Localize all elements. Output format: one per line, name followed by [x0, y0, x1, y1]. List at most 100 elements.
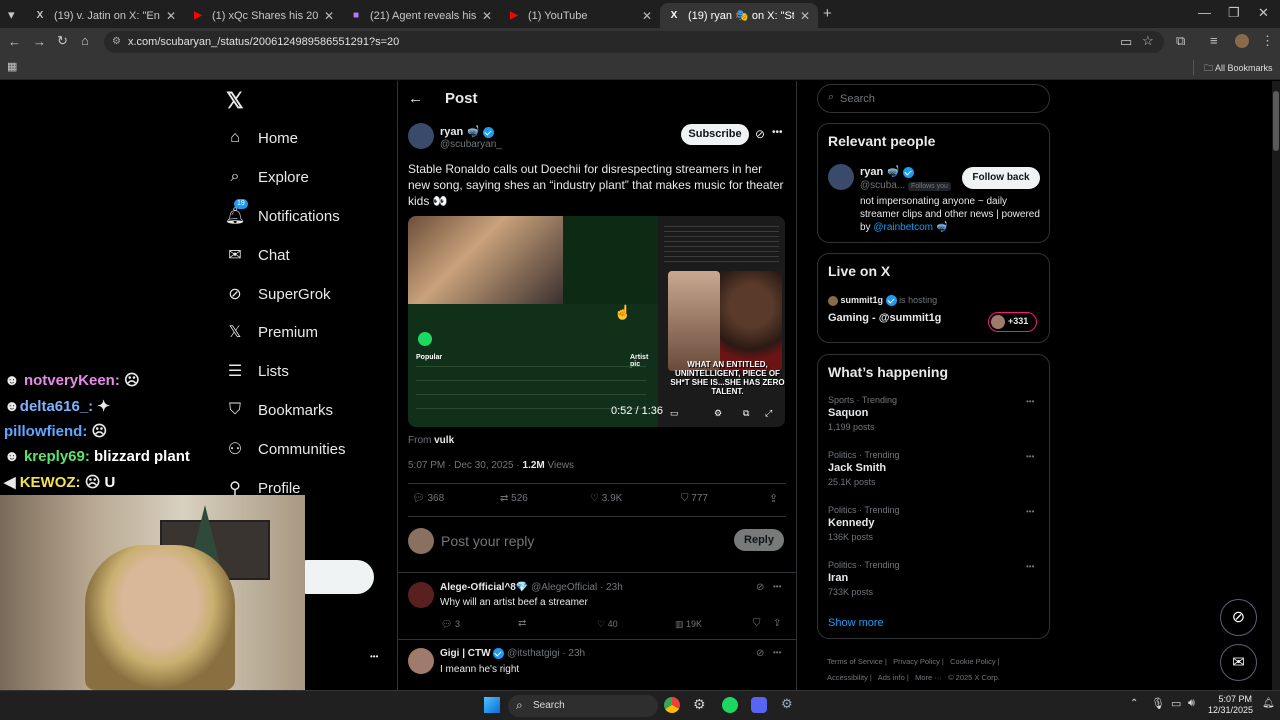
close-icon[interactable]: ✕: [166, 9, 176, 23]
nav-communities[interactable]: ⚇ Communities: [226, 435, 346, 463]
avatar[interactable]: [408, 123, 434, 149]
more-icon[interactable]: •••: [1026, 507, 1034, 516]
settings-icon[interactable]: ⚙: [714, 408, 722, 419]
more-icon[interactable]: •••: [772, 127, 783, 138]
search-input[interactable]: Search: [840, 93, 875, 105]
trend-item[interactable]: Politics · Trending Iran 733K posts: [828, 560, 900, 597]
fullscreen-icon[interactable]: ⤢: [765, 408, 772, 419]
mic-icon[interactable]: 🎙︎: [1151, 697, 1165, 710]
taskbar-search[interactable]: ⌕ Search: [508, 695, 658, 717]
reply-views[interactable]: ▥ 19K: [675, 619, 702, 630]
cast-icon[interactable]: ▭: [1120, 34, 1132, 50]
media-icon[interactable]: ≡: [1210, 33, 1218, 48]
follow-back-button[interactable]: Follow back: [962, 167, 1040, 189]
trend-item[interactable]: Politics · Trending Jack Smith 25.1K pos…: [828, 450, 900, 487]
steam-icon[interactable]: ⚙: [781, 696, 793, 712]
browser-tab[interactable]: X(19) v. Jatin on X: "End of Begin✕: [26, 3, 184, 28]
grok-icon[interactable]: ⊘: [756, 648, 764, 659]
author-handle[interactable]: @scubaryan_: [440, 139, 502, 150]
tab-search-icon[interactable]: ▾: [8, 7, 15, 23]
close-icon[interactable]: ✕: [642, 9, 652, 23]
reply-input[interactable]: Post your reply: [441, 533, 534, 549]
bookmark-icon[interactable]: ⛉: [753, 618, 761, 629]
avatar[interactable]: [408, 582, 434, 608]
site-info-icon[interactable]: ⚙: [112, 31, 121, 53]
reply-comments[interactable]: 💬︎ 3: [441, 619, 460, 630]
person-name[interactable]: ryan 🤿: [860, 165, 915, 178]
nav-bookmarks[interactable]: ⛉ Bookmarks: [226, 396, 333, 424]
repost-icon[interactable]: ⇄: [518, 618, 526, 629]
share-icon[interactable]: ⇪: [769, 492, 778, 505]
close-icon[interactable]: ✕: [800, 9, 810, 23]
live-title[interactable]: Gaming - @summit1g: [828, 312, 941, 324]
grok-icon[interactable]: ⊘: [755, 127, 765, 141]
live-listeners[interactable]: +331: [988, 312, 1037, 332]
back-icon[interactable]: ←: [8, 34, 21, 49]
browser-tab-active[interactable]: X(19) ryan 🎭 on X: "Stable R✕: [660, 3, 818, 28]
show-more-link[interactable]: Show more: [828, 617, 884, 629]
nav-lists[interactable]: ☰ Lists: [226, 357, 289, 385]
close-window-icon[interactable]: ✕: [1258, 5, 1269, 21]
reply-button[interactable]: Reply: [734, 529, 784, 551]
star-icon[interactable]: ☆: [1142, 33, 1154, 49]
avatar[interactable]: [408, 648, 434, 674]
more-dots-icon[interactable]: •••: [370, 652, 378, 661]
trend-item[interactable]: Sports · Trending Saquon 1,199 posts: [828, 395, 897, 432]
profile-avatar[interactable]: [1235, 34, 1249, 48]
nav-notifications[interactable]: 🔔︎ 19 Notifications: [225, 199, 340, 230]
forward-icon[interactable]: →: [33, 34, 46, 49]
windows-start-icon[interactable]: [484, 697, 500, 713]
browser-tab[interactable]: ▶(1) xQc Shares his 2025 Resolut✕: [184, 3, 342, 28]
trend-item[interactable]: Politics · Trending Kennedy 136K posts: [828, 505, 900, 542]
avatar[interactable]: [828, 164, 854, 190]
bookmark-action[interactable]: ⛉ 777: [681, 493, 708, 504]
all-bookmarks[interactable]: 🗀 All Bookmarks: [1204, 61, 1273, 77]
maximize-icon[interactable]: ❐: [1228, 5, 1240, 21]
more-icon[interactable]: •••: [1026, 562, 1034, 571]
pip-icon[interactable]: ⧉: [743, 408, 749, 419]
nav-explore[interactable]: ⌕ Explore: [226, 163, 309, 191]
menu-icon[interactable]: ⋮: [1261, 33, 1274, 49]
address-bar[interactable]: ⚙ x.com/scubaryan_/status/20061249895865…: [104, 31, 1164, 53]
nav-supergrok[interactable]: ⊘ SuperGrok: [226, 280, 330, 308]
more-icon[interactable]: •••: [1026, 397, 1034, 406]
grok-icon[interactable]: ⊘: [756, 582, 764, 593]
discord-icon[interactable]: [751, 697, 767, 713]
network-icon[interactable]: ▭: [1171, 697, 1181, 710]
close-icon[interactable]: ✕: [324, 9, 334, 23]
apps-icon[interactable]: ▦: [7, 60, 17, 73]
volume-icon[interactable]: 🔊︎: [1188, 697, 1195, 710]
clock[interactable]: 5:07 PM 12/31/2025: [1208, 694, 1253, 716]
more-icon[interactable]: •••: [1026, 452, 1034, 461]
nav-chat[interactable]: ✉ Chat: [226, 241, 289, 269]
more-icon[interactable]: •••: [773, 648, 781, 657]
browser-tab[interactable]: ■(21) Agent reveals his brand ne✕: [342, 3, 500, 28]
x-logo-icon[interactable]: 𝕏: [226, 88, 244, 114]
back-arrow-icon[interactable]: ←: [408, 90, 423, 107]
spotify-icon[interactable]: [722, 697, 738, 713]
reply-likes[interactable]: ♡ 40: [597, 619, 618, 630]
chrome-icon[interactable]: [664, 697, 680, 713]
search-box[interactable]: ⌕ Search: [817, 84, 1050, 113]
browser-tab[interactable]: ▶ (1) YouTube ✕: [500, 3, 660, 28]
like-action[interactable]: ♡ 3.9K: [590, 493, 622, 504]
reply-action[interactable]: 💬︎ 368: [412, 493, 444, 504]
repost-action[interactable]: ⇄ 526: [500, 493, 528, 504]
captions-icon[interactable]: ▭: [670, 408, 679, 419]
nav-premium[interactable]: 𝕏 Premium: [226, 318, 318, 346]
home-icon[interactable]: ⌂: [81, 33, 89, 48]
notification-bell-icon[interactable]: 🔔︎: [1262, 698, 1275, 709]
scrollbar[interactable]: [1272, 81, 1280, 690]
new-tab-icon[interactable]: +: [823, 5, 832, 22]
extensions-icon[interactable]: ⧉: [1176, 33, 1185, 49]
scrollbar-thumb[interactable]: [1273, 91, 1279, 151]
live-host[interactable]: summit1g is hosting: [828, 295, 937, 307]
video-player[interactable]: Popular Artist pic WHAT AN ENTITLED, UNI…: [408, 216, 785, 427]
author-name[interactable]: ryan 🤿: [440, 125, 495, 138]
close-icon[interactable]: ✕: [482, 9, 492, 23]
chevron-up-icon[interactable]: ⌃: [1130, 698, 1138, 709]
more-icon[interactable]: •••: [773, 582, 781, 591]
subscribe-button[interactable]: Subscribe: [681, 124, 749, 145]
messages-fab[interactable]: ✉: [1220, 644, 1257, 681]
reload-icon[interactable]: ↻: [57, 33, 68, 49]
